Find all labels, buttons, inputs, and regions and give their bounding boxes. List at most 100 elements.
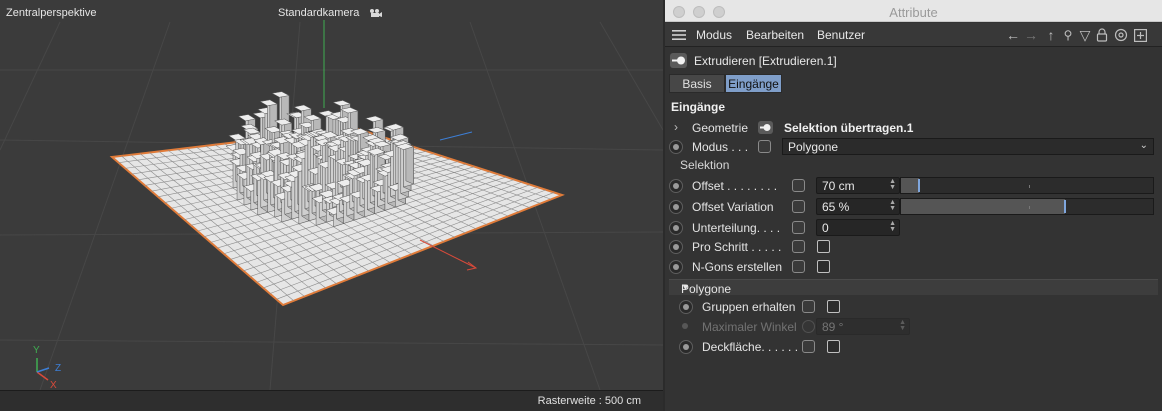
- window-titlebar[interactable]: Attribute: [665, 0, 1162, 22]
- unterteilung-value: 0: [822, 221, 829, 235]
- axis-z-label: Z: [55, 363, 62, 374]
- arrow-left-icon[interactable]: ←: [1004, 26, 1022, 44]
- gruppen-checkbox[interactable]: [827, 300, 840, 313]
- arrow-up-icon[interactable]: ↑: [1043, 26, 1059, 44]
- attribute-manager: Attribute Modus Bearbeiten Benutzer ← → …: [665, 0, 1162, 411]
- offset-variation-keyframe-button[interactable]: [792, 200, 805, 213]
- axis-gizmo: [36, 358, 50, 381]
- ngons-checkbox[interactable]: [817, 260, 830, 273]
- world-z-axis: [439, 131, 473, 141]
- extrude-object-icon[interactable]: [670, 53, 687, 68]
- deckflaeche-animate-radio[interactable]: [679, 340, 693, 354]
- lock-icon[interactable]: [1094, 26, 1110, 44]
- target-icon[interactable]: [1113, 26, 1129, 44]
- offset-label: Offset . . . . . . . .: [692, 179, 778, 193]
- unterteilung-keyframe-button[interactable]: [792, 221, 805, 234]
- offset-slider-handle[interactable]: [917, 179, 920, 192]
- geometrie-label: Geometrie: [692, 121, 749, 135]
- pro-schritt-animate-radio[interactable]: [669, 240, 683, 254]
- gruppen-label: Gruppen erhalten: [702, 300, 796, 314]
- winkel-row: Maximaler Winkel 89 ° ▲ ▼: [675, 317, 1162, 337]
- offset-variation-stepper-icon[interactable]: ▲ ▼: [889, 199, 896, 212]
- object-header: Extrudieren [Extrudieren.1]: [665, 50, 1162, 72]
- offset-variation-animate-radio[interactable]: [669, 200, 683, 214]
- camera-icon[interactable]: [369, 8, 383, 18]
- link-object-icon[interactable]: [758, 121, 773, 134]
- modus-keyframe-button[interactable]: [758, 140, 771, 153]
- pro-schritt-label: Pro Schritt . . . . .: [692, 240, 782, 254]
- pro-schritt-row: Pro Schritt . . . . .: [665, 237, 1162, 257]
- pro-schritt-checkbox[interactable]: [817, 240, 830, 253]
- gruppen-keyframe-button[interactable]: [802, 300, 815, 313]
- window-title: Attribute: [889, 5, 938, 20]
- ngons-label: N-Gons erstellen: [692, 260, 783, 274]
- gruppen-row: Gruppen erhalten: [675, 297, 1162, 317]
- selektion-group-label: Selektion: [680, 158, 730, 172]
- unterteilung-label: Unterteilung. . . .: [692, 221, 781, 235]
- axis-y-label: Y: [33, 345, 40, 356]
- search-icon[interactable]: ⚲: [1060, 26, 1076, 44]
- offset-slider[interactable]: [900, 177, 1154, 194]
- tab-basis[interactable]: Basis: [669, 74, 725, 93]
- object-name: Extrudieren [Extrudieren.1]: [694, 54, 837, 68]
- winkel-label: Maximaler Winkel: [702, 320, 797, 334]
- ngons-animate-radio[interactable]: [669, 260, 683, 274]
- deckflaeche-row: Deckfläche. . . . . .: [675, 337, 1162, 357]
- offset-slider-fill: [901, 178, 919, 193]
- unterteilung-row: Unterteilung. . . . 0 ▲ ▼: [665, 218, 1162, 238]
- offset-variation-row: Offset Variation 65 % ▲ ▼: [665, 197, 1162, 217]
- ngons-keyframe-button[interactable]: [792, 260, 805, 273]
- offset-variation-input[interactable]: 65 % ▲ ▼: [816, 198, 900, 215]
- offset-keyframe-button[interactable]: [792, 179, 805, 192]
- hamburger-menu-icon[interactable]: [672, 29, 686, 41]
- world-x-axis: [419, 239, 477, 269]
- offset-input[interactable]: 70 cm ▲ ▼: [816, 177, 900, 194]
- unterteilung-input[interactable]: 0 ▲ ▼: [816, 219, 900, 236]
- offset-slider-tick: [1029, 185, 1030, 188]
- menu-bar: Modus Bearbeiten Benutzer ← → ↑ ⚲ ▽: [665, 23, 1162, 47]
- offset-variation-slider-fill: [901, 199, 1065, 214]
- pro-schritt-keyframe-button[interactable]: [792, 240, 805, 253]
- menu-bearbeiten[interactable]: Bearbeiten: [746, 28, 804, 42]
- deckflaeche-checkbox[interactable]: [827, 340, 840, 353]
- winkel-keyframe-button: [802, 320, 815, 333]
- menu-benutzer[interactable]: Benutzer: [817, 28, 865, 42]
- modus-animate-radio[interactable]: [669, 140, 683, 154]
- offset-value: 70 cm: [822, 179, 855, 193]
- chevron-down-icon: ⌄: [1139, 140, 1148, 151]
- arrow-right-icon[interactable]: →: [1022, 26, 1040, 44]
- new-window-icon[interactable]: [1132, 26, 1148, 44]
- geometrie-row: › Geometrie Selektion übertragen.1: [665, 118, 1162, 138]
- extruded-blocks[interactable]: [225, 91, 415, 228]
- viewport-title[interactable]: Zentralperspektive: [6, 7, 97, 19]
- offset-variation-label: Offset Variation: [692, 200, 774, 214]
- modus-row: Modus . . . Polygone ⌄: [665, 137, 1162, 157]
- offset-variation-slider[interactable]: [900, 198, 1154, 215]
- polygone-group-title: Polygone: [681, 282, 732, 296]
- deckflaeche-keyframe-button[interactable]: [802, 340, 815, 353]
- tab-eingaenge[interactable]: Eingänge: [725, 74, 782, 93]
- filter-icon[interactable]: ▽: [1077, 26, 1093, 44]
- winkel-stepper-icon: ▲ ▼: [899, 319, 906, 332]
- offset-variation-slider-handle[interactable]: [1063, 200, 1066, 213]
- 3d-viewport[interactable]: Zentralperspektive Standardkamera Y Z X …: [0, 0, 663, 411]
- geometrie-link-value[interactable]: Selektion übertragen.1: [784, 121, 913, 135]
- unterteilung-animate-radio[interactable]: [669, 221, 683, 235]
- menu-modus[interactable]: Modus: [696, 28, 732, 42]
- polygone-group-header[interactable]: ▼ Polygone: [669, 279, 1158, 296]
- grid-spacing-label: Rasterweite : 500 cm: [537, 395, 641, 407]
- viewport-canvas[interactable]: [0, 0, 663, 411]
- gruppen-animate-radio[interactable]: [679, 300, 693, 314]
- offset-animate-radio[interactable]: [669, 179, 683, 193]
- chevron-right-icon[interactable]: ›: [674, 120, 678, 134]
- modus-dropdown[interactable]: Polygone ⌄: [782, 138, 1154, 155]
- offset-stepper-icon[interactable]: ▲ ▼: [889, 178, 896, 191]
- viewport-status-bar: Rasterweite : 500 cm: [0, 390, 663, 411]
- modus-selected-value: Polygone: [788, 140, 839, 154]
- winkel-input: 89 ° ▲ ▼: [816, 318, 910, 335]
- offset-variation-slider-tick: [1029, 206, 1030, 209]
- camera-name[interactable]: Standardkamera: [278, 7, 359, 19]
- section-title: Eingänge: [671, 100, 726, 114]
- modus-label: Modus . . .: [692, 140, 749, 154]
- unterteilung-stepper-icon[interactable]: ▲ ▼: [889, 220, 896, 233]
